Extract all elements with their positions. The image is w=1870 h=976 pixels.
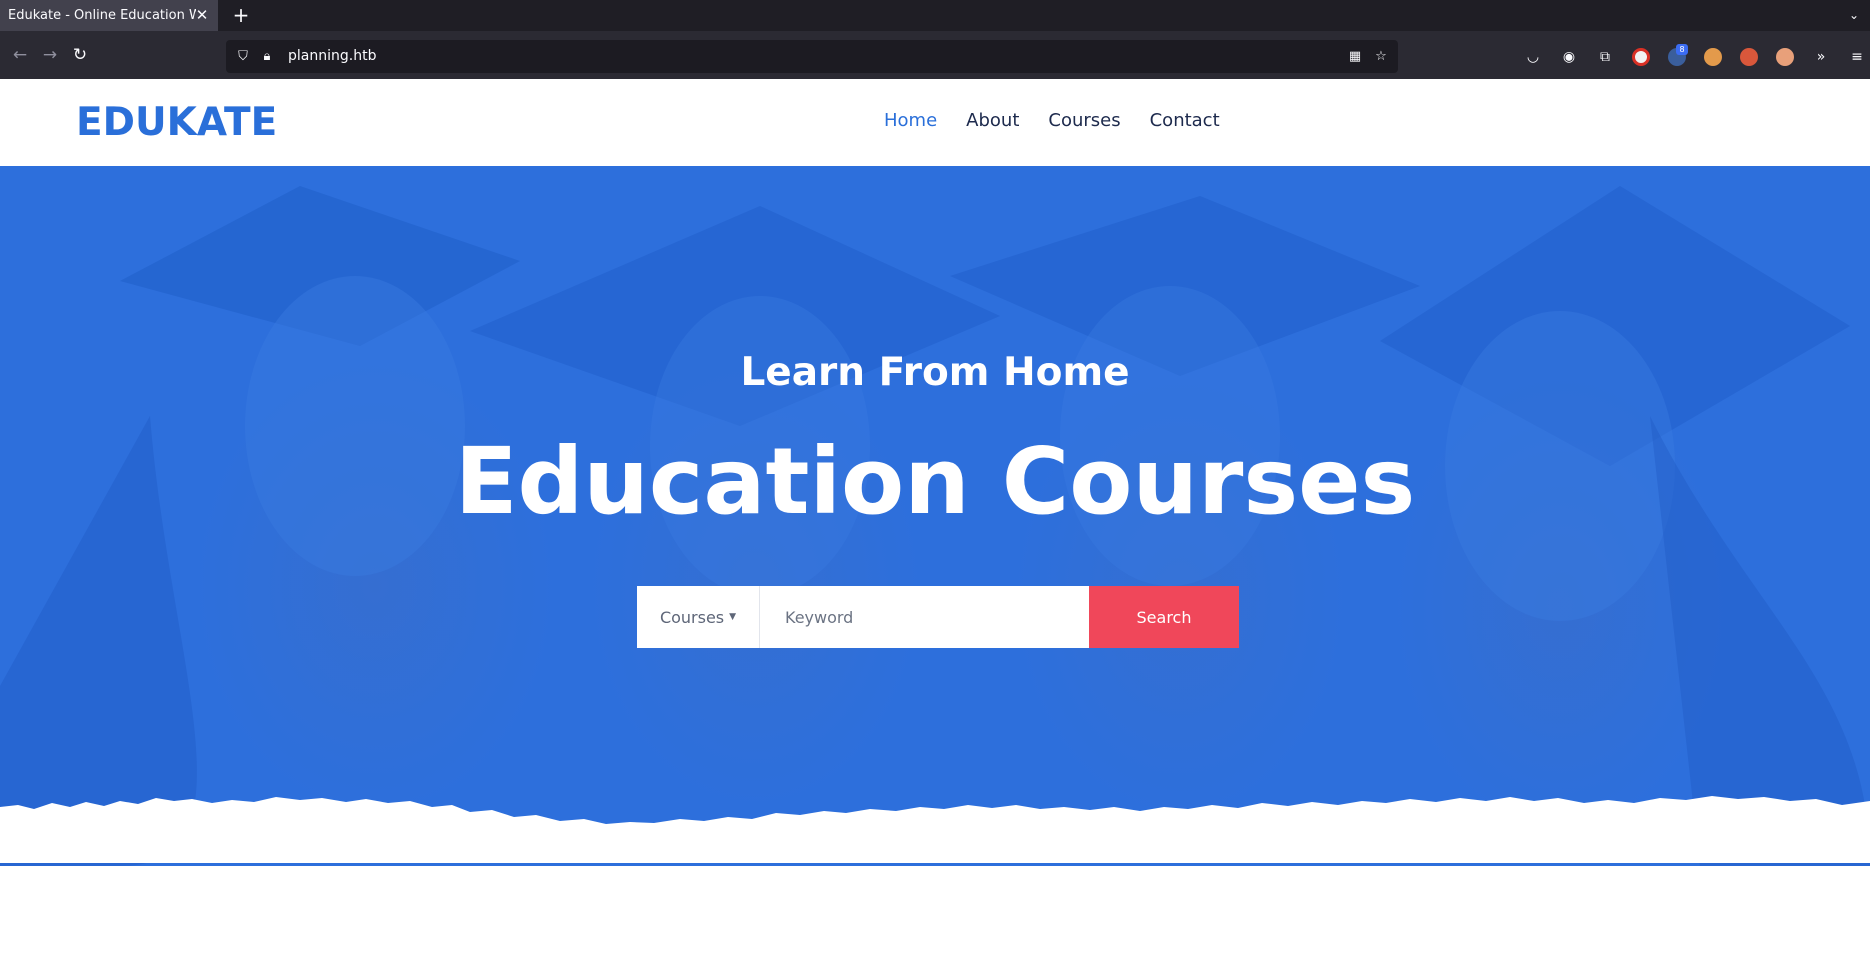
browser-tab-active[interactable]: Edukate - Online Education W ✕ — [0, 0, 218, 31]
extension-swirl-icon[interactable] — [1740, 48, 1758, 66]
tab-title: Edukate - Online Education W — [8, 8, 196, 23]
category-dropdown-label: Courses — [659, 607, 725, 627]
new-tab-button[interactable]: + — [230, 4, 252, 26]
main-nav: Home About Courses Contact — [884, 110, 1249, 131]
pocket-icon[interactable]: ◡ — [1522, 46, 1544, 68]
nav-link-home[interactable]: Home — [884, 110, 937, 131]
site-logo[interactable]: EDUKATE — [76, 100, 277, 145]
caret-down-icon: ▼ — [729, 612, 737, 622]
torn-paper-divider — [0, 796, 1870, 863]
shield-icon[interactable]: ⛉ — [234, 48, 252, 66]
address-bar[interactable]: ⛉ 🔒︎ planning.htb ▦ ☆ — [226, 40, 1398, 73]
url-text[interactable]: planning.htb — [288, 48, 376, 64]
hero-subtitle: Learn From Home — [740, 350, 1130, 395]
extension-face-icon[interactable] — [1776, 48, 1794, 66]
bookmark-star-icon[interactable]: ☆ — [1372, 48, 1390, 66]
nav-link-contact[interactable]: Contact — [1150, 110, 1220, 131]
nav-link-courses[interactable]: Courses — [1048, 110, 1120, 131]
browser-tab-strip: Edukate - Online Education W ✕ + ⌄ — [0, 0, 1870, 31]
hero-title: Education Courses — [454, 428, 1416, 535]
tab-close-icon[interactable]: ✕ — [194, 5, 210, 25]
qr-code-icon[interactable]: ▦ — [1346, 48, 1364, 66]
app-menu-icon[interactable]: ≡ — [1846, 46, 1868, 68]
category-dropdown[interactable]: Courses ▼ — [637, 586, 760, 648]
search-button[interactable]: Search — [1089, 586, 1239, 648]
extension-cookie-icon[interactable] — [1704, 48, 1722, 66]
tab-list-chevron-icon[interactable]: ⌄ — [1846, 6, 1862, 24]
hero-section: Learn From Home Education Courses Course… — [0, 166, 1870, 866]
extension-badge-count: 8 — [1676, 44, 1688, 55]
extensions-icon[interactable]: ⧉ — [1594, 46, 1616, 68]
keyword-input[interactable] — [760, 586, 1089, 648]
account-icon[interactable]: ◉ — [1558, 46, 1580, 68]
site-header: EDUKATE Home About Courses Contact — [0, 79, 1870, 166]
lock-icon[interactable]: 🔒︎ — [258, 48, 276, 66]
course-search-form: Courses ▼ Search — [637, 586, 1239, 648]
extension-s-icon[interactable] — [1632, 48, 1650, 66]
reload-icon[interactable]: ↻ — [68, 43, 92, 67]
back-arrow-icon[interactable]: ← — [8, 43, 32, 67]
overflow-chevron-icon[interactable]: » — [1810, 46, 1832, 68]
nav-link-about[interactable]: About — [966, 110, 1019, 131]
forward-arrow-icon[interactable]: → — [38, 43, 62, 67]
